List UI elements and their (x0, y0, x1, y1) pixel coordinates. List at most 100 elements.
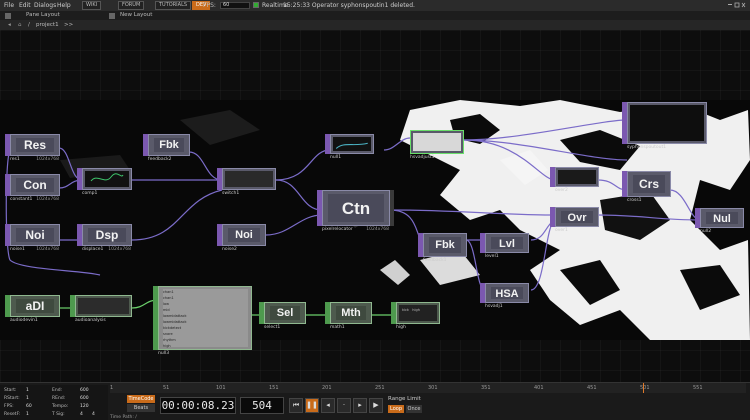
new-layout-button[interactable]: New Layout (120, 11, 152, 20)
node-label: feedback2 (148, 156, 190, 164)
node-res: 1024x768 (366, 227, 389, 232)
node-high[interactable]: kick high high (391, 302, 440, 332)
node-ovr[interactable]: Ovr over1 (550, 207, 599, 235)
node-label: syphonspoutout1 (627, 144, 707, 152)
start-value[interactable]: 1 (26, 388, 29, 393)
node-label: level1 (485, 253, 529, 261)
tutorials-button[interactable]: TUTORIALS (155, 1, 192, 10)
node-crs[interactable]: Crs cross1 (622, 171, 671, 205)
node-label: hsvadjust1 (410, 154, 464, 162)
menu-file[interactable]: File (4, 0, 14, 11)
frame-display[interactable]: 504 (240, 397, 284, 414)
stop-icon[interactable]: · (337, 398, 351, 413)
rstart-value[interactable]: 1 (26, 396, 29, 401)
node-syphonspoutout[interactable]: syphonspoutout1 (622, 102, 707, 152)
node-res[interactable]: Res res1 1024x768 (5, 134, 60, 164)
step-forward-icon[interactable]: ▸ (353, 398, 367, 413)
fps-value[interactable]: 60 (26, 404, 32, 409)
rend-label: REnd: (52, 396, 66, 401)
node-null1[interactable]: null1 (325, 134, 374, 162)
node-tag: Noi (228, 228, 260, 242)
once-button[interactable]: Once (406, 405, 422, 413)
playhead-marker[interactable] (643, 383, 644, 393)
node-hsvadjust1[interactable]: hsvadjust1 (410, 130, 464, 162)
reset-value[interactable]: 1 (26, 412, 29, 417)
node-null3[interactable]: chan1 chan1 low mid lowmidattack lowmida… (153, 286, 252, 358)
path-arrows[interactable]: >> (64, 20, 73, 30)
tempo-value[interactable]: 120 (80, 404, 89, 409)
node-sel[interactable]: Sel select1 (259, 302, 306, 332)
timecode-button[interactable]: TimeCode (127, 395, 155, 403)
tick-label: 401 (534, 385, 544, 391)
node-noi2[interactable]: Noi noise2 (217, 224, 266, 254)
node-name: feedback2 (148, 157, 172, 162)
node-switch[interactable]: switch1 (217, 168, 276, 198)
back-icon[interactable]: ◂ (8, 20, 11, 30)
comp-preview-icon (90, 173, 124, 182)
rewind-icon[interactable]: ⏮ (289, 398, 303, 413)
pane-icon[interactable] (5, 13, 11, 19)
node-label: constant1 1024x768 (10, 196, 60, 204)
pane-layout-button[interactable]: Pane Layout (26, 11, 60, 20)
node-fbk1[interactable]: Fbk feedback2 (143, 134, 190, 164)
realtime-checkbox[interactable] (253, 2, 259, 8)
viewer-thumbnail (558, 170, 596, 184)
menu-dialogs[interactable]: Dialogs (34, 0, 56, 11)
network-editor[interactable]: Res res1 1024x768 Con constant1 1024x768 N… (0, 30, 750, 382)
timeline-ruler[interactable]: 1 51 101 151 201 251 301 351 401 451 501… (110, 383, 746, 393)
window-controls-icon[interactable] (728, 2, 746, 9)
fps-field[interactable]: 60 (220, 2, 250, 9)
node-ctn[interactable]: Ctn pixelrelocator 1024x768 (317, 190, 394, 234)
node-dsp[interactable]: Dsp displace1 1024x768 (77, 224, 132, 254)
beats-button[interactable]: Beats (127, 404, 155, 412)
tsig-value[interactable]: 4 (80, 412, 83, 417)
loop-button[interactable]: Loop (388, 405, 404, 413)
node-name: math1 (330, 325, 345, 330)
timeline-bar: Start: 1 End: 600 RStart: 1 REnd: 600 FP… (0, 382, 750, 420)
tick-label: 151 (269, 385, 279, 391)
tick-label: 51 (163, 385, 170, 391)
node-label: comp1 (82, 190, 132, 198)
node-fbk2[interactable]: Fbk feedback1 (418, 233, 467, 265)
menu-help[interactable]: Help (57, 0, 71, 11)
node-hsa[interactable]: HSA hsvadj1 (480, 283, 529, 311)
home-icon[interactable]: ⌂ (18, 20, 22, 30)
node-tag: Fbk (154, 138, 184, 152)
path-project[interactable]: project1 (36, 20, 59, 30)
play-icon[interactable]: ▶ (369, 398, 383, 413)
node-body (627, 102, 707, 144)
wiki-button[interactable]: WIKI (82, 1, 102, 10)
layout-icon[interactable] (109, 13, 115, 19)
node-nul[interactable]: Nul null2 (695, 208, 744, 236)
node-mth[interactable]: Mth math1 (325, 302, 372, 332)
tsig-value-2[interactable]: 4 (92, 412, 95, 417)
forum-button[interactable]: FORUM (118, 1, 145, 10)
channel-list: chan1 chan1 low mid lowmidattack lowmida… (163, 289, 248, 348)
channel-item: high (163, 344, 171, 348)
node-lvl[interactable]: Lvl level1 (480, 233, 529, 261)
rend-value[interactable]: 600 (80, 396, 89, 401)
node-name: audiodevin1 (10, 318, 38, 323)
node-con[interactable]: Con constant1 1024x768 (5, 174, 60, 204)
menu-edit[interactable]: Edit (19, 0, 31, 11)
node-name: null2 (700, 229, 712, 234)
path-root[interactable]: / (28, 20, 30, 30)
node-adi[interactable]: aDI audiodevin1 (5, 295, 60, 325)
node-body (75, 295, 132, 317)
node-res: 1024x768 (36, 197, 59, 202)
node-body: Fbk (423, 233, 467, 257)
node-label: math1 (330, 324, 372, 332)
step-back-icon[interactable]: ◂ (321, 398, 335, 413)
node-over2[interactable]: over2 (550, 167, 599, 195)
node-name: pixelrelocator (322, 227, 353, 232)
node-body: Nul (700, 208, 744, 228)
timecode-display[interactable]: 00:00:08.23 (160, 397, 236, 414)
node-comp[interactable]: comp1 (77, 168, 132, 198)
node-label: noise2 (222, 246, 266, 254)
status-message: 15:25:33 Operator syphonspoutin1 deleted… (283, 2, 415, 9)
end-value[interactable]: 600 (80, 388, 89, 393)
range-limit-label: Range Limit (388, 396, 421, 402)
node-noi1[interactable]: Noi noise1 1024x768 (5, 224, 60, 254)
pause-icon[interactable]: ❚❚ (305, 398, 319, 413)
node-audioanalysis[interactable]: audioanalysis (70, 295, 132, 325)
